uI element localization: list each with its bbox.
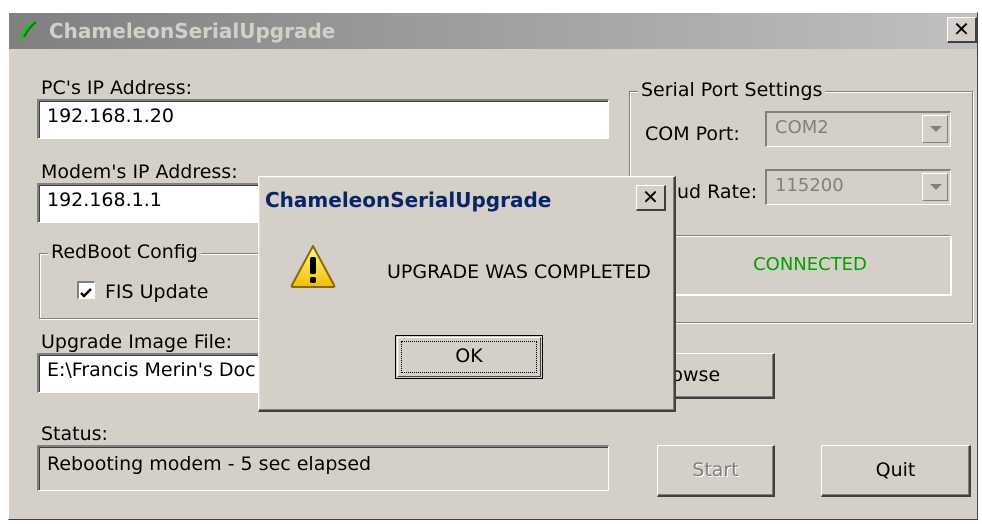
dialog-message: UPGRADE WAS COMPLETED xyxy=(387,261,651,283)
connection-status-text: CONNECTED xyxy=(753,254,867,275)
baud-rate-value: 115200 xyxy=(775,175,844,196)
dialog-close-button[interactable]: ✕ xyxy=(636,185,666,211)
fis-update-checkbox[interactable] xyxy=(77,281,95,299)
status-field: Rebooting modem - 5 sec elapsed xyxy=(37,445,609,491)
baud-rate-label: ud Rate: xyxy=(677,181,758,203)
chevron-down-icon[interactable] xyxy=(922,115,948,143)
fis-update-label: FIS Update xyxy=(105,281,209,303)
completion-dialog: ChameleonSerialUpgrade ✕ UPGRADE WAS COM… xyxy=(258,176,676,412)
window-title: ChameleonSerialUpgrade xyxy=(49,19,336,43)
upgrade-file-label: Upgrade Image File: xyxy=(41,331,233,353)
modem-ip-label: Modem's IP Address: xyxy=(41,161,238,183)
com-port-label: COM Port: xyxy=(645,123,740,145)
chameleon-app-icon xyxy=(15,17,43,50)
status-label: Status: xyxy=(41,423,108,445)
close-icon: ✕ xyxy=(953,17,970,41)
ok-button-label: OK xyxy=(401,341,537,373)
serial-port-legend: Serial Port Settings xyxy=(638,79,826,101)
chevron-down-icon[interactable] xyxy=(922,173,948,201)
dialog-title-bar: ChameleonSerialUpgrade xyxy=(259,179,674,217)
title-bar: ChameleonSerialUpgrade xyxy=(9,13,977,49)
checkmark-icon xyxy=(80,288,92,298)
com-port-value: COM2 xyxy=(775,117,829,138)
quit-button[interactable]: Quit xyxy=(821,445,971,497)
baud-rate-select[interactable]: 115200 xyxy=(765,169,951,205)
close-icon: ✕ xyxy=(642,185,659,209)
warning-icon xyxy=(289,243,337,294)
redboot-config-legend: RedBoot Config xyxy=(48,241,201,263)
start-button[interactable]: Start xyxy=(657,445,775,497)
ok-button[interactable]: OK xyxy=(395,335,543,379)
com-port-select[interactable]: COM2 xyxy=(765,111,951,147)
pc-ip-input[interactable]: 192.168.1.20 xyxy=(37,99,609,139)
connection-status-panel: CONNECTED xyxy=(669,235,951,295)
dialog-title: ChameleonSerialUpgrade xyxy=(265,188,552,212)
pc-ip-label: PC's IP Address: xyxy=(41,77,193,99)
window-close-button[interactable]: ✕ xyxy=(947,17,977,43)
